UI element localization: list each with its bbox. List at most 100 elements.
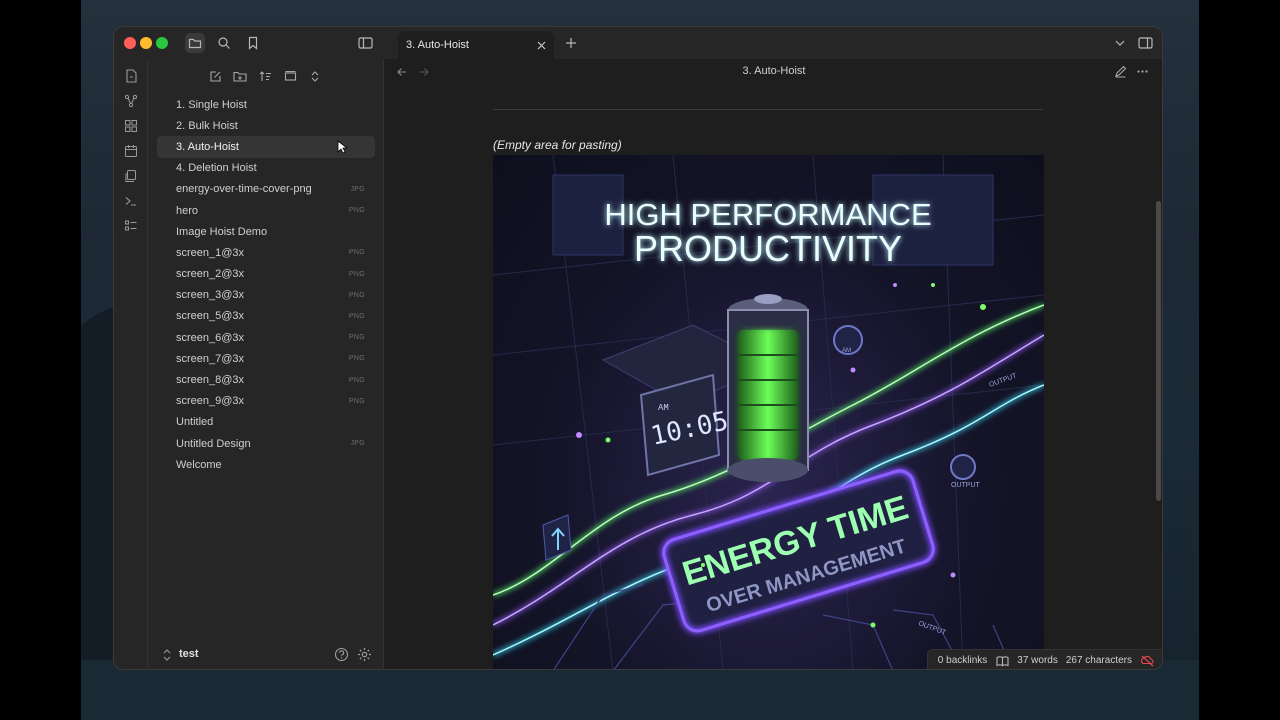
file-item[interactable]: screen_9@3x PNG [157, 391, 375, 412]
gauge-top: AM [833, 325, 863, 355]
file-name: screen_3@3x [176, 289, 245, 302]
tab-title: 3. Auto-Hoist [406, 39, 469, 51]
templates-icon[interactable] [122, 167, 140, 185]
file-extension-badge: PNG [348, 312, 365, 320]
file-extension-badge: PNG [348, 207, 365, 215]
edit-pencil-icon[interactable] [1114, 65, 1130, 81]
settings-gear-icon[interactable] [357, 647, 373, 663]
file-name: Image Hoist Demo [176, 225, 268, 238]
file-extension-badge: JPG [350, 440, 365, 448]
file-name: 3. Auto-Hoist [176, 140, 239, 153]
close-tab-icon[interactable] [534, 38, 548, 52]
file-name: screen_2@3x [176, 268, 245, 281]
maximize-window-button[interactable] [156, 37, 168, 49]
up-arrow-panel [542, 514, 572, 561]
app-window: 3. Auto-Hoist 1. Single Hoist 2. Bulk Ho… [113, 26, 1163, 670]
file-extension-badge: PNG [348, 376, 365, 384]
file-list: 1. Single Hoist 2. Bulk Hoist 3. Auto-Hois… [157, 94, 375, 475]
file-item[interactable]: Untitled Design JPG [157, 433, 375, 454]
backlinks-count[interactable]: 0 backlinks [938, 655, 987, 666]
file-extension-badge: JPG [350, 185, 365, 193]
file-item[interactable]: screen_3@3x PNG [157, 285, 375, 306]
file-item[interactable]: 1. Single Hoist [157, 94, 375, 115]
open-note-icon[interactable] [122, 67, 140, 85]
file-explorer-icon[interactable] [185, 33, 205, 53]
vault-switch-chevrons-icon[interactable] [162, 648, 172, 662]
list-icon[interactable] [122, 217, 140, 235]
calendar-icon[interactable] [122, 142, 140, 160]
file-name: Welcome [176, 458, 222, 471]
file-item[interactable]: Welcome [157, 454, 375, 475]
view-header-title[interactable]: 3. Auto-Hoist [384, 65, 1162, 77]
energy-banner: ENERGY TIME OVER MANAGEMENT [660, 467, 937, 634]
tab-active[interactable]: 3. Auto-Hoist [398, 31, 554, 59]
file-extension-badge: PNG [348, 334, 365, 342]
file-name: screen_5@3x [176, 310, 245, 323]
file-item[interactable]: 3. Auto-Hoist [157, 136, 375, 158]
more-options-icon[interactable] [1136, 65, 1152, 81]
help-icon[interactable] [334, 647, 350, 663]
svg-text:OUTPUT: OUTPUT [951, 482, 981, 489]
bookmark-icon[interactable] [243, 33, 263, 53]
graph-view-icon[interactable] [122, 92, 140, 110]
reading-book-icon[interactable] [995, 654, 1009, 668]
svg-text:AM: AM [842, 348, 851, 354]
explorer-toolbar [206, 67, 324, 85]
sort-icon[interactable] [256, 67, 274, 85]
file-name: Untitled Design [176, 437, 251, 450]
svg-text:AM: AM [658, 403, 669, 413]
output-label-right: OUTPUT [988, 372, 1018, 389]
file-name: 1. Single Hoist [176, 98, 247, 111]
file-item[interactable]: screen_8@3x PNG [157, 369, 375, 390]
sync-error-icon[interactable] [1140, 654, 1154, 668]
expand-all-chevrons-icon[interactable] [306, 67, 324, 85]
file-item[interactable]: screen_6@3x PNG [157, 327, 375, 348]
file-name: energy-over-time-cover-png [176, 183, 312, 196]
minimize-window-button[interactable] [140, 37, 152, 49]
vault-name: test [179, 648, 199, 660]
tab-list-chevron-down-icon[interactable] [1110, 33, 1130, 53]
mouse-pointer-icon [337, 140, 347, 154]
editor-pane: 3. Auto-Hoist (Empty area for pasting) A… [384, 59, 1162, 669]
note-paragraph[interactable]: (Empty area for pasting) [493, 138, 622, 152]
file-item[interactable]: 2. Bulk Hoist [157, 115, 375, 136]
title-bar: 3. Auto-Hoist [114, 27, 1162, 59]
word-count: 37 words [1017, 655, 1058, 666]
file-extension-badge: PNG [348, 397, 365, 405]
file-item[interactable]: energy-over-time-cover-png JPG [157, 179, 375, 200]
file-item[interactable]: screen_7@3x PNG [157, 348, 375, 369]
collapse-all-icon[interactable] [281, 67, 299, 85]
file-name: screen_8@3x [176, 374, 245, 387]
file-item[interactable]: screen_1@3x PNG [157, 242, 375, 263]
headline-line-2: PRODUCTIVITY [634, 228, 902, 269]
file-item[interactable]: 4. Deletion Hoist [157, 158, 375, 179]
vault-switcher[interactable]: test [148, 639, 384, 669]
gauge-output: OUTPUT [950, 454, 981, 489]
search-icon[interactable] [214, 33, 234, 53]
file-item[interactable]: hero PNG [157, 200, 375, 221]
file-item[interactable]: Image Hoist Demo [157, 221, 375, 242]
file-item[interactable]: screen_5@3x PNG [157, 306, 375, 327]
horizontal-rule [493, 109, 1043, 110]
file-item[interactable]: Untitled [157, 412, 375, 433]
new-note-icon[interactable] [206, 67, 224, 85]
file-name: screen_6@3x [176, 331, 245, 344]
file-name: hero [176, 204, 199, 217]
new-folder-icon[interactable] [231, 67, 249, 85]
new-tab-icon[interactable] [562, 34, 580, 52]
canvas-icon[interactable] [122, 117, 140, 135]
file-explorer-sidebar: 1. Single Hoist 2. Bulk Hoist 3. Auto-Hois… [148, 59, 384, 669]
editor-scrollbar-thumb[interactable] [1156, 201, 1161, 501]
file-extension-badge: PNG [348, 249, 365, 257]
file-name: 2. Bulk Hoist [176, 119, 238, 132]
toggle-right-sidebar-icon[interactable] [1135, 33, 1155, 53]
file-name: screen_1@3x [176, 246, 245, 259]
embedded-image[interactable]: AM 10:05 HIGH PERFORMANCE HIGH PERFORMAN… [493, 155, 1044, 669]
close-window-button[interactable] [124, 37, 136, 49]
terminal-icon[interactable] [122, 192, 140, 210]
headline-line-1: HIGH PERFORMANCE [604, 197, 931, 232]
toggle-left-sidebar-icon[interactable] [355, 33, 375, 53]
file-item[interactable]: screen_2@3x PNG [157, 264, 375, 285]
file-extension-badge: PNG [348, 270, 365, 278]
battery [727, 294, 809, 482]
